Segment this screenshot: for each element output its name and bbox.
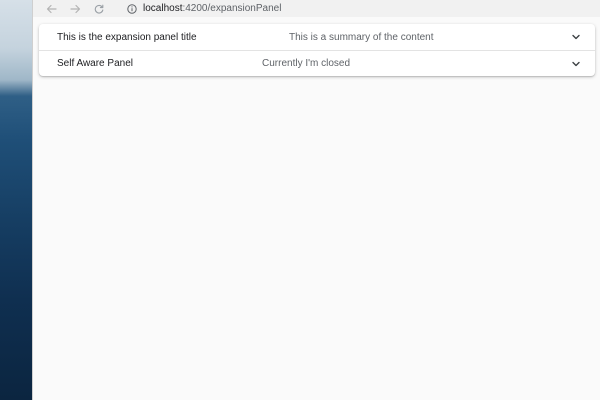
panel-description: This is a summary of the content [289,31,434,43]
expansion-panel-accordion: This is the expansion panel title This i… [39,24,595,76]
panel-title: Self Aware Panel [57,58,133,69]
chevron-down-icon[interactable] [571,32,581,42]
screen: localhost:4200/expansionPanel This is th… [0,0,600,400]
url-host: localhost [143,3,183,14]
url-path: :4200/expansionPanel [182,3,282,14]
arrow-right-icon [69,4,80,13]
desktop-wallpaper [0,0,32,400]
expansion-panel-header-1[interactable]: This is the expansion panel title This i… [39,24,595,50]
reload-icon [94,4,104,14]
address-bar[interactable]: localhost:4200/expansionPanel [121,0,591,17]
expansion-panel-header-2[interactable]: Self Aware Panel Currently I'm closed [39,50,595,76]
page-content: This is the expansion panel title This i… [33,20,600,400]
browser-toolbar: localhost:4200/expansionPanel [33,0,600,17]
back-button[interactable] [41,1,61,17]
info-icon[interactable] [127,3,137,14]
arrow-left-icon [46,4,57,13]
reload-button[interactable] [89,1,109,17]
panel-title: This is the expansion panel title [57,31,197,43]
chevron-down-icon[interactable] [571,59,581,69]
panel-description: Currently I'm closed [262,58,351,69]
browser-window: localhost:4200/expansionPanel This is th… [32,0,600,400]
forward-button[interactable] [65,1,85,17]
